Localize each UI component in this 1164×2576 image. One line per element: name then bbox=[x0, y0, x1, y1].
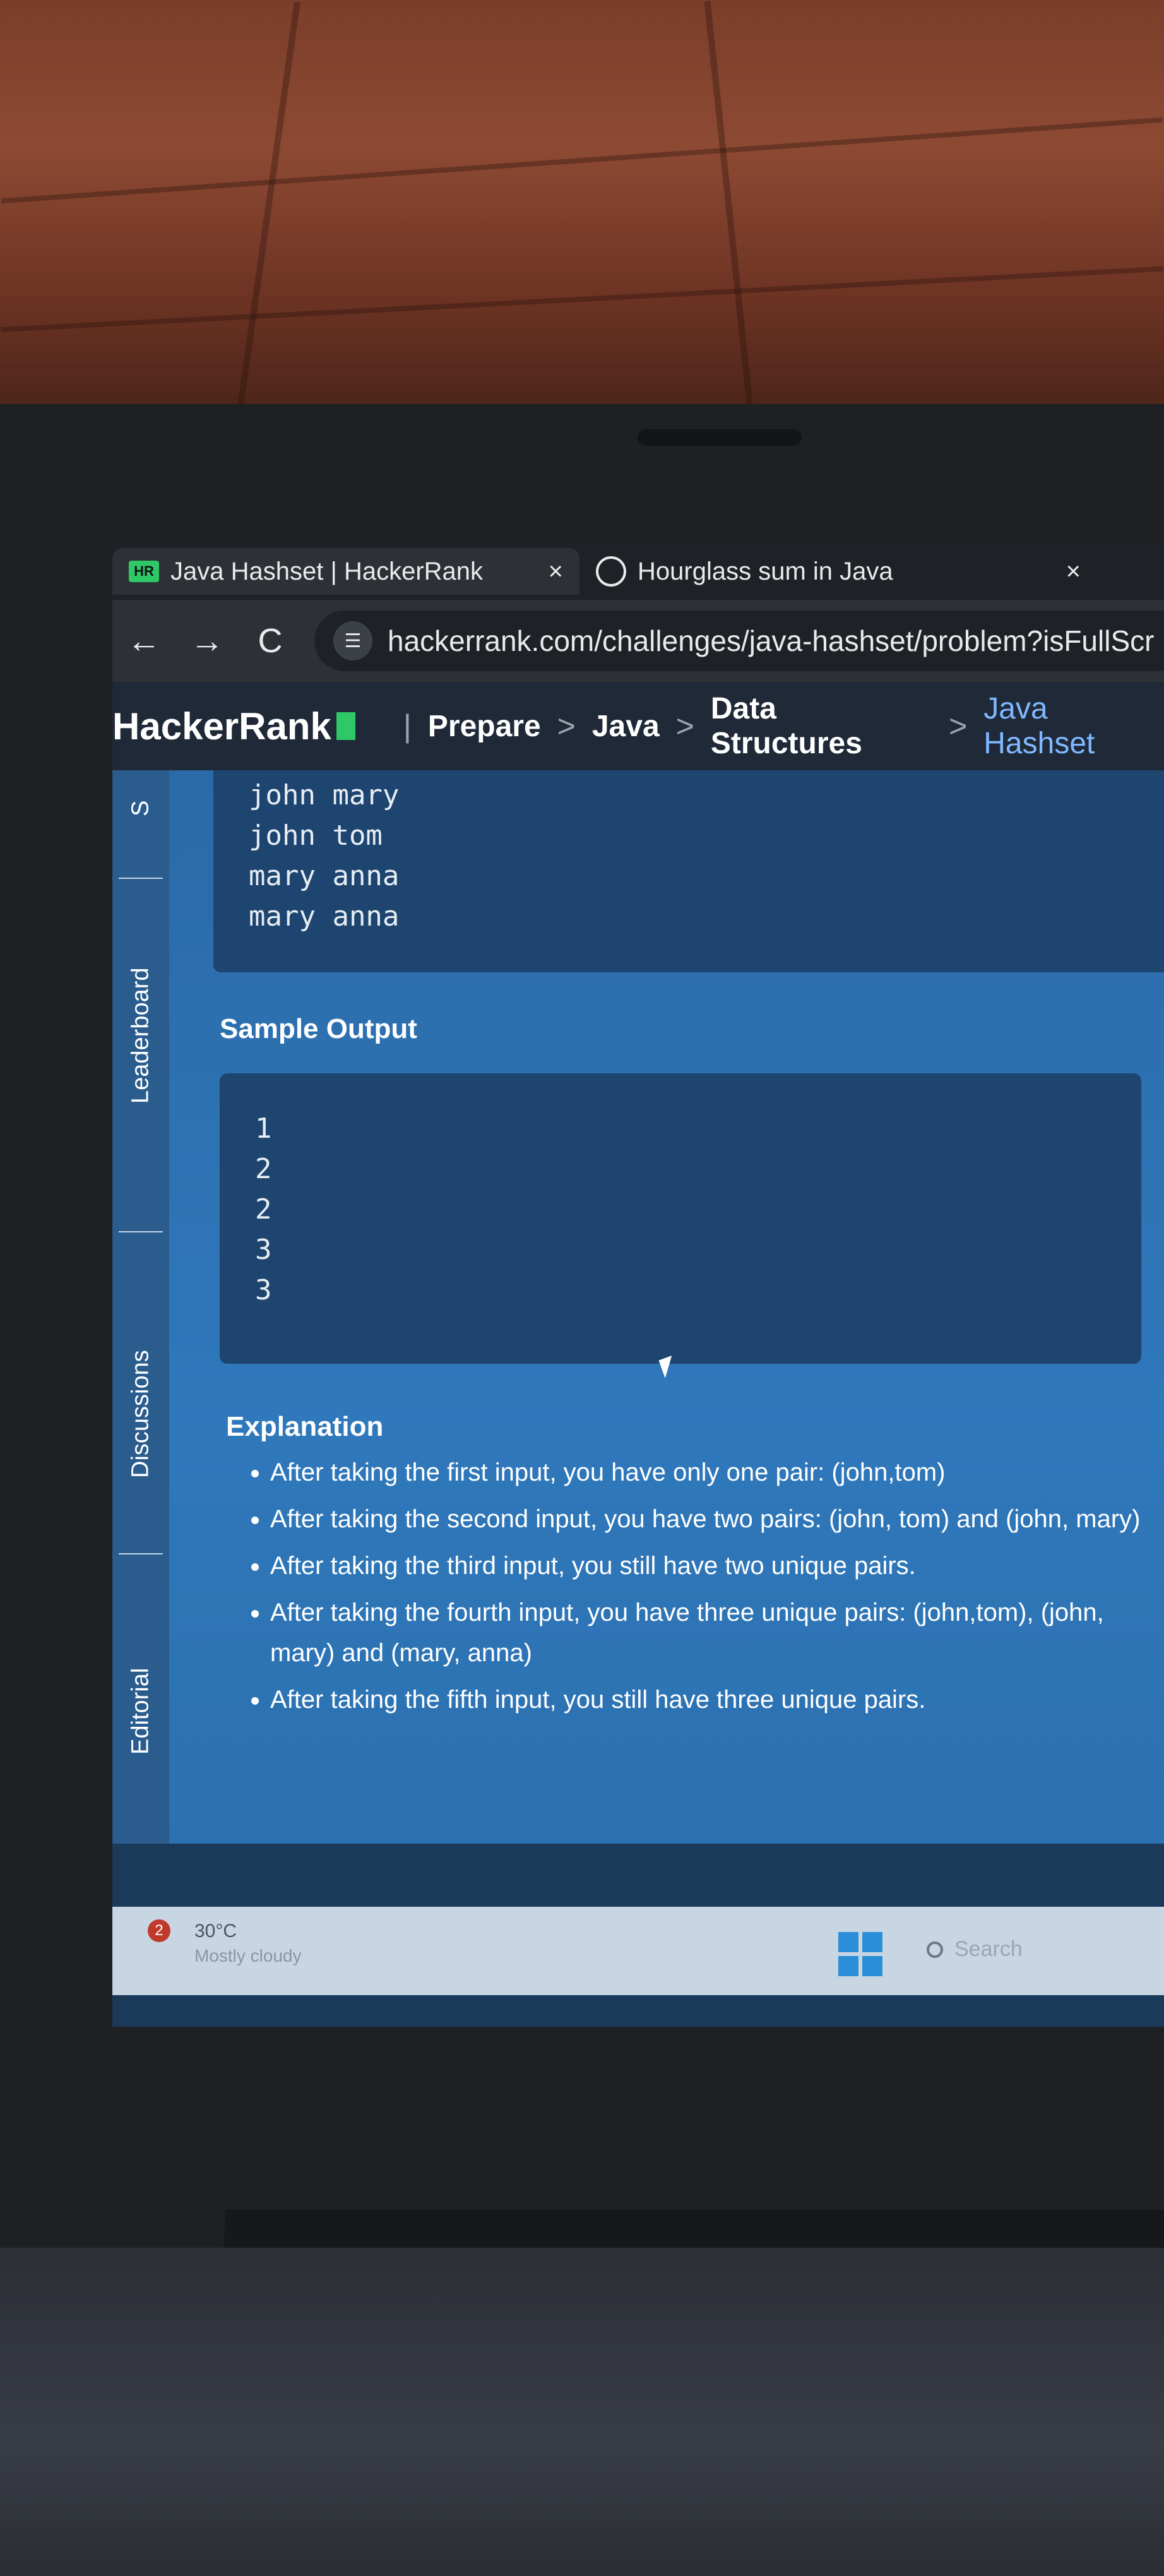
sample-input-line: john tom bbox=[249, 820, 383, 852]
chatgpt-favicon-icon bbox=[596, 556, 626, 587]
sample-output-line: 1 bbox=[255, 1112, 272, 1145]
breadcrumb-prepare[interactable]: Prepare bbox=[428, 709, 541, 744]
address-bar[interactable]: ☰ hackerrank.com/challenges/java-hashset… bbox=[314, 611, 1164, 671]
browser-tabstrip: HR Java Hashset | HackerRank × Hourglass… bbox=[112, 543, 1164, 600]
site-settings-icon[interactable]: ☰ bbox=[333, 621, 372, 660]
problem-content: john mary john tom mary anna mary anna S… bbox=[169, 770, 1164, 1844]
tab-java-hashset[interactable]: HR Java Hashset | HackerRank × bbox=[112, 548, 579, 595]
taskbar-search[interactable]: Search bbox=[927, 1937, 1023, 1962]
laptop-keyboard-deck bbox=[0, 2248, 1164, 2576]
sample-input-line: mary anna bbox=[249, 900, 400, 933]
side-rail: S Leaderboard Discussions Editorial bbox=[112, 770, 169, 1844]
reload-icon[interactable]: C bbox=[239, 621, 302, 660]
rail-divider bbox=[119, 1553, 163, 1554]
rail-item-editorial[interactable]: Editorial bbox=[119, 1616, 163, 1806]
hackerrank-logo[interactable]: HackerRank bbox=[112, 705, 355, 748]
list-item: After taking the second input, you have … bbox=[270, 1499, 1154, 1539]
rail-divider bbox=[119, 878, 163, 879]
weather-notification-badge[interactable]: 2 bbox=[148, 1919, 170, 1942]
breadcrumb-java-hashset: Java Hashset bbox=[983, 692, 1095, 760]
sample-output-block: 1 2 2 3 3 bbox=[220, 1073, 1141, 1364]
forward-arrow-icon[interactable]: → bbox=[175, 621, 239, 660]
floor-background bbox=[0, 0, 1164, 417]
rail-item-discussions[interactable]: Discussions bbox=[119, 1288, 163, 1541]
chevron-right-icon: > bbox=[675, 708, 694, 744]
search-placeholder: Search bbox=[954, 1937, 1023, 1961]
list-item: After taking the fifth input, you still … bbox=[270, 1679, 1154, 1720]
windows-start-icon[interactable] bbox=[838, 1932, 882, 1976]
list-item: After taking the third input, you still … bbox=[270, 1546, 1154, 1586]
explanation-heading: Explanation bbox=[226, 1411, 384, 1442]
close-tab-icon[interactable]: × bbox=[1066, 558, 1081, 586]
sample-input-block: john mary john tom mary anna mary anna bbox=[213, 770, 1164, 972]
weather-condition: Mostly cloudy bbox=[194, 1946, 302, 1965]
chevron-right-icon: > bbox=[949, 708, 968, 744]
webcam-notch bbox=[638, 429, 802, 446]
search-icon bbox=[927, 1941, 943, 1958]
hackerrank-header: HackerRank | Prepare > Java > Data Struc… bbox=[112, 682, 1164, 770]
tab-label: Java Hashset | HackerRank bbox=[170, 557, 484, 585]
logo-block-icon bbox=[336, 712, 355, 740]
hackerrank-favicon-icon: HR bbox=[129, 561, 159, 582]
list-item: After taking the first input, you have o… bbox=[270, 1452, 1154, 1493]
sample-output-line: 2 bbox=[255, 1193, 272, 1225]
sample-output-line: 3 bbox=[255, 1234, 272, 1266]
laptop-screen: HR Java Hashset | HackerRank × Hourglass… bbox=[112, 543, 1164, 2027]
weather-temperature[interactable]: 30°C bbox=[194, 1921, 237, 1942]
breadcrumb-java[interactable]: Java bbox=[592, 709, 660, 744]
breadcrumb-data-structures[interactable]: Data Structures bbox=[711, 691, 932, 761]
url-text: hackerrank.com/challenges/java-hashset/p… bbox=[388, 624, 1155, 657]
sample-input-line: john mary bbox=[249, 779, 400, 811]
chevron-right-icon: > bbox=[557, 708, 576, 744]
rail-divider bbox=[119, 1231, 163, 1232]
sample-output-line: 2 bbox=[255, 1153, 272, 1185]
back-arrow-icon[interactable]: ← bbox=[112, 621, 175, 660]
sample-input-line: mary anna bbox=[249, 860, 400, 892]
explanation-list: After taking the first input, you have o… bbox=[245, 1452, 1154, 1726]
windows-taskbar: 2 30°C Mostly cloudy Search bbox=[112, 1907, 1164, 1995]
list-item: After taking the fourth input, you have … bbox=[270, 1592, 1154, 1673]
sample-output-heading: Sample Output bbox=[220, 1013, 417, 1044]
tab-hourglass-sum[interactable]: Hourglass sum in Java × bbox=[579, 548, 1097, 595]
browser-toolbar: ← → C ☰ hackerrank.com/challenges/java-h… bbox=[112, 600, 1164, 682]
tab-label: Hourglass sum in Java bbox=[638, 557, 893, 585]
header-divider: | bbox=[403, 708, 412, 744]
rail-item-leaderboard[interactable]: Leaderboard bbox=[119, 915, 163, 1155]
sample-output-line: 3 bbox=[255, 1274, 272, 1306]
rail-item-submissions[interactable]: S bbox=[119, 770, 163, 846]
close-tab-icon[interactable]: × bbox=[549, 558, 563, 586]
